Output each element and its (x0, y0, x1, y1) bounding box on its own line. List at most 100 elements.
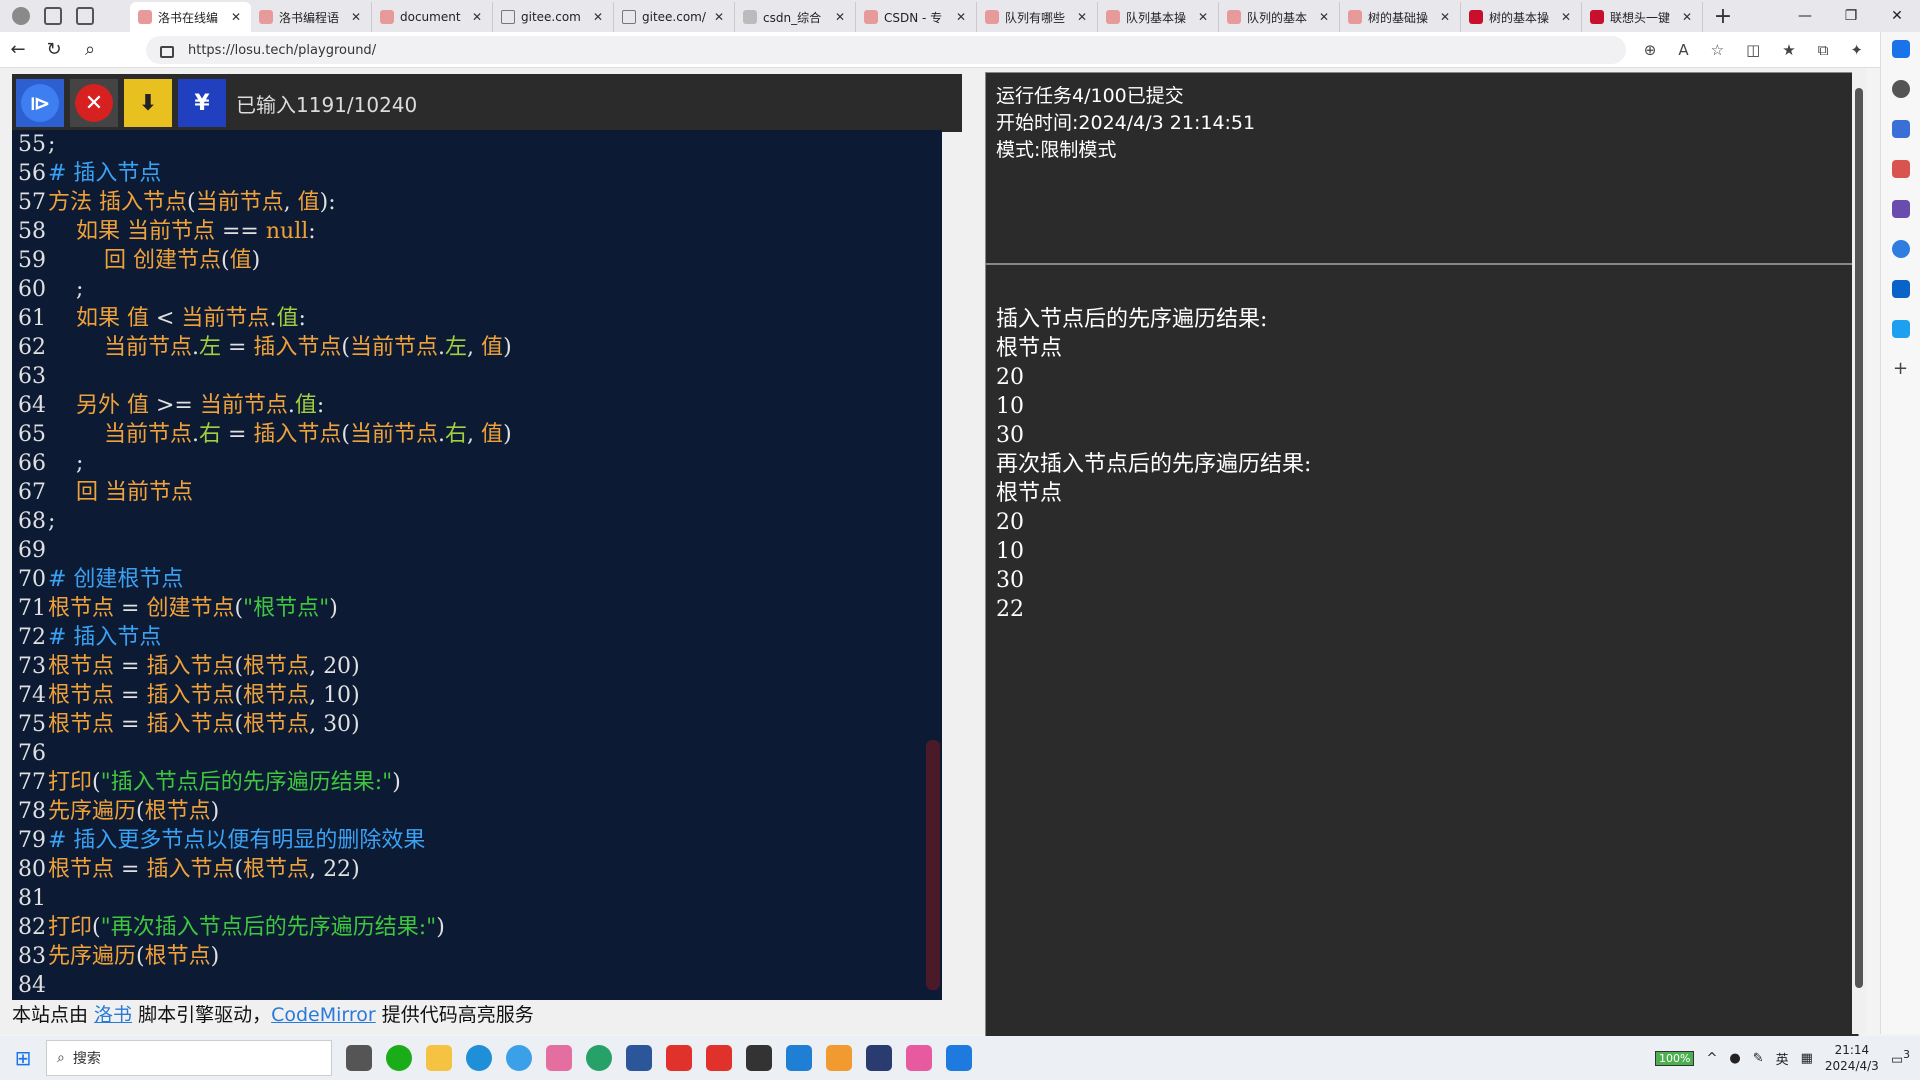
sidebar-search-icon[interactable] (1891, 80, 1910, 98)
code-text[interactable]: 根节点 = 插入节点(根节点, 22) (48, 855, 360, 884)
code-text[interactable]: 根节点 = 插入节点(根节点, 10) (48, 681, 360, 710)
browser-tab[interactable]: CSDN - 专 ✕ (856, 2, 977, 32)
zoom-icon[interactable]: ⊕ (1644, 41, 1657, 59)
code-text[interactable]: 打印("插入节点后的先序遍历结果:") (48, 768, 401, 797)
code-text[interactable]: 如果 值 < 当前节点.值: (48, 304, 306, 333)
library-button[interactable]: ¥ (178, 79, 226, 127)
tab-close-icon[interactable]: ✕ (349, 10, 363, 24)
vscode-icon[interactable] (786, 1045, 812, 1071)
code-line[interactable]: 57 方法 插入节点(当前节点, 值): (12, 188, 942, 217)
code-text[interactable]: 回 创建节点(值) (48, 246, 260, 275)
code-line[interactable]: 84 (12, 971, 942, 1000)
tab-close-icon[interactable]: ✕ (1559, 10, 1573, 24)
battery-indicator[interactable]: 100% (1654, 1050, 1695, 1066)
code-line[interactable]: 67 回 当前节点 (12, 478, 942, 507)
code-line[interactable]: 64 另外 值 >= 当前节点.值: (12, 391, 942, 420)
code-line[interactable]: 82 打印("再次插入节点后的先序遍历结果:") (12, 913, 942, 942)
postman-icon[interactable] (826, 1045, 852, 1071)
code-text[interactable]: 如果 当前节点 == null: (48, 217, 316, 246)
restore-button[interactable]: ❐ (1828, 0, 1874, 32)
wechat-icon[interactable] (386, 1045, 412, 1071)
tab-close-icon[interactable]: ✕ (1680, 10, 1694, 24)
wps-icon[interactable] (666, 1045, 692, 1071)
code-line[interactable]: 80 根节点 = 插入节点(根节点, 22) (12, 855, 942, 884)
minimize-button[interactable]: — (1782, 0, 1828, 32)
url-field[interactable]: https://losu.tech/playground/ (146, 36, 1626, 64)
run-button[interactable]: ⧐ (16, 79, 64, 127)
tab-close-icon[interactable]: ✕ (1317, 10, 1331, 24)
send-icon[interactable] (1891, 320, 1910, 338)
browser-tab[interactable]: 洛书编程语 ✕ (251, 2, 372, 32)
code-line[interactable]: 69 (12, 536, 942, 565)
code-line[interactable]: 63 (12, 362, 942, 391)
browser-tab[interactable]: 树的基本操 ✕ (1461, 2, 1582, 32)
start-button[interactable]: ⊞ (0, 1046, 46, 1070)
code-line[interactable]: 59 回 创建节点(值) (12, 246, 942, 275)
ie-icon[interactable] (506, 1045, 532, 1071)
tab-close-icon[interactable]: ✕ (229, 10, 243, 24)
browser-tab[interactable]: 队列基本操 ✕ (1098, 2, 1219, 32)
code-text[interactable]: 方法 插入节点(当前节点, 值): (48, 188, 336, 217)
qq-icon[interactable]: ● (1729, 1051, 1740, 1066)
browser-tab[interactable]: csdn_综合 ✕ (735, 2, 856, 32)
code-line[interactable]: 81 (12, 884, 942, 913)
microsoft365-icon[interactable] (1891, 240, 1910, 258)
browser-tab[interactable]: document ✕ (372, 2, 493, 32)
collections-icon[interactable]: ⧉ (1818, 41, 1829, 59)
profile-icon[interactable] (12, 7, 30, 25)
code-text[interactable]: # 插入节点 (48, 623, 161, 652)
code-line[interactable]: 78 先序遍历(根节点) (12, 797, 942, 826)
search-icon[interactable]: ⌕ (72, 39, 108, 60)
code-text[interactable]: 回 当前节点 (48, 478, 193, 507)
wps-office-icon[interactable] (706, 1045, 732, 1071)
code-text[interactable]: ; (48, 275, 83, 304)
tab-actions-icon[interactable] (76, 7, 94, 25)
games-icon[interactable] (1891, 200, 1910, 218)
browser-tab[interactable]: 队列有哪些 ✕ (977, 2, 1098, 32)
word-icon[interactable] (626, 1045, 652, 1071)
add-sidebar-icon[interactable]: + (1892, 360, 1910, 378)
codemirror-link[interactable]: CodeMirror (271, 1004, 376, 1026)
code-line[interactable]: 55; (12, 130, 942, 159)
back-button[interactable]: ← (0, 39, 36, 60)
code-line[interactable]: 79 # 插入更多节点以便有明显的删除效果 (12, 826, 942, 855)
read-aloud-icon[interactable]: A (1678, 41, 1688, 59)
favorites-icon[interactable]: ★ (1782, 41, 1795, 59)
photos-icon[interactable] (946, 1045, 972, 1071)
code-line[interactable]: 62 当前节点.左 = 插入节点(当前节点.左, 值) (12, 333, 942, 362)
code-lines[interactable]: 55; 56 # 插入节点 57 方法 插入节点(当前节点, 值): 58 如果 当前节点… (12, 130, 942, 1000)
tab-close-icon[interactable]: ✕ (1075, 10, 1089, 24)
code-line[interactable]: 65 当前节点.右 = 插入节点(当前节点.右, 值) (12, 420, 942, 449)
browser-tab[interactable]: 队列的基本 ✕ (1219, 2, 1340, 32)
shopping-icon[interactable] (1891, 120, 1910, 138)
code-text[interactable]: # 插入节点 (48, 159, 161, 188)
page-scrollbar[interactable] (1852, 68, 1866, 1034)
code-line[interactable]: 58 如果 当前节点 == null: (12, 217, 942, 246)
outlook-icon[interactable] (1891, 280, 1910, 298)
code-line[interactable]: 61 如果 值 < 当前节点.值: (12, 304, 942, 333)
tab-close-icon[interactable]: ✕ (1196, 10, 1210, 24)
ime-indicator[interactable]: 英 (1776, 1049, 1789, 1068)
browser-tab[interactable]: 树的基础操 ✕ (1340, 2, 1461, 32)
tab-close-icon[interactable]: ✕ (954, 10, 968, 24)
split-screen-icon[interactable]: ◫ (1746, 41, 1760, 59)
code-text[interactable]: 另外 值 >= 当前节点.值: (48, 391, 324, 420)
code-line[interactable]: 56 # 插入节点 (12, 159, 942, 188)
code-editor[interactable]: 55; 56 # 插入节点 57 方法 插入节点(当前节点, 值): 58 如果 当前节点… (12, 130, 942, 1000)
code-line[interactable]: 70 # 创建根节点 (12, 565, 942, 594)
url-text[interactable]: https://losu.tech/playground/ (188, 43, 376, 58)
code-line[interactable]: 71 根节点 = 创建节点("根节点") (12, 594, 942, 623)
notification-icon[interactable]: ▭3 (1891, 1048, 1910, 1067)
editor-scrollbar[interactable] (924, 130, 942, 1000)
taskbar-search[interactable]: ⌕ 搜索 (46, 1040, 332, 1076)
code-text[interactable]: 当前节点.左 = 插入节点(当前节点.左, 值) (48, 333, 512, 362)
code-line[interactable]: 74 根节点 = 插入节点(根节点, 10) (12, 681, 942, 710)
download-button[interactable]: ⬇ (124, 79, 172, 127)
losu-link[interactable]: 洛书 (94, 1004, 132, 1026)
tab-close-icon[interactable]: ✕ (470, 10, 484, 24)
app-icon[interactable] (546, 1045, 572, 1071)
lock-icon[interactable] (160, 46, 174, 58)
extensions-icon[interactable]: ✦ (1850, 41, 1863, 59)
favorite-star-icon[interactable]: ☆ (1711, 41, 1724, 59)
tab-close-icon[interactable]: ✕ (833, 10, 847, 24)
